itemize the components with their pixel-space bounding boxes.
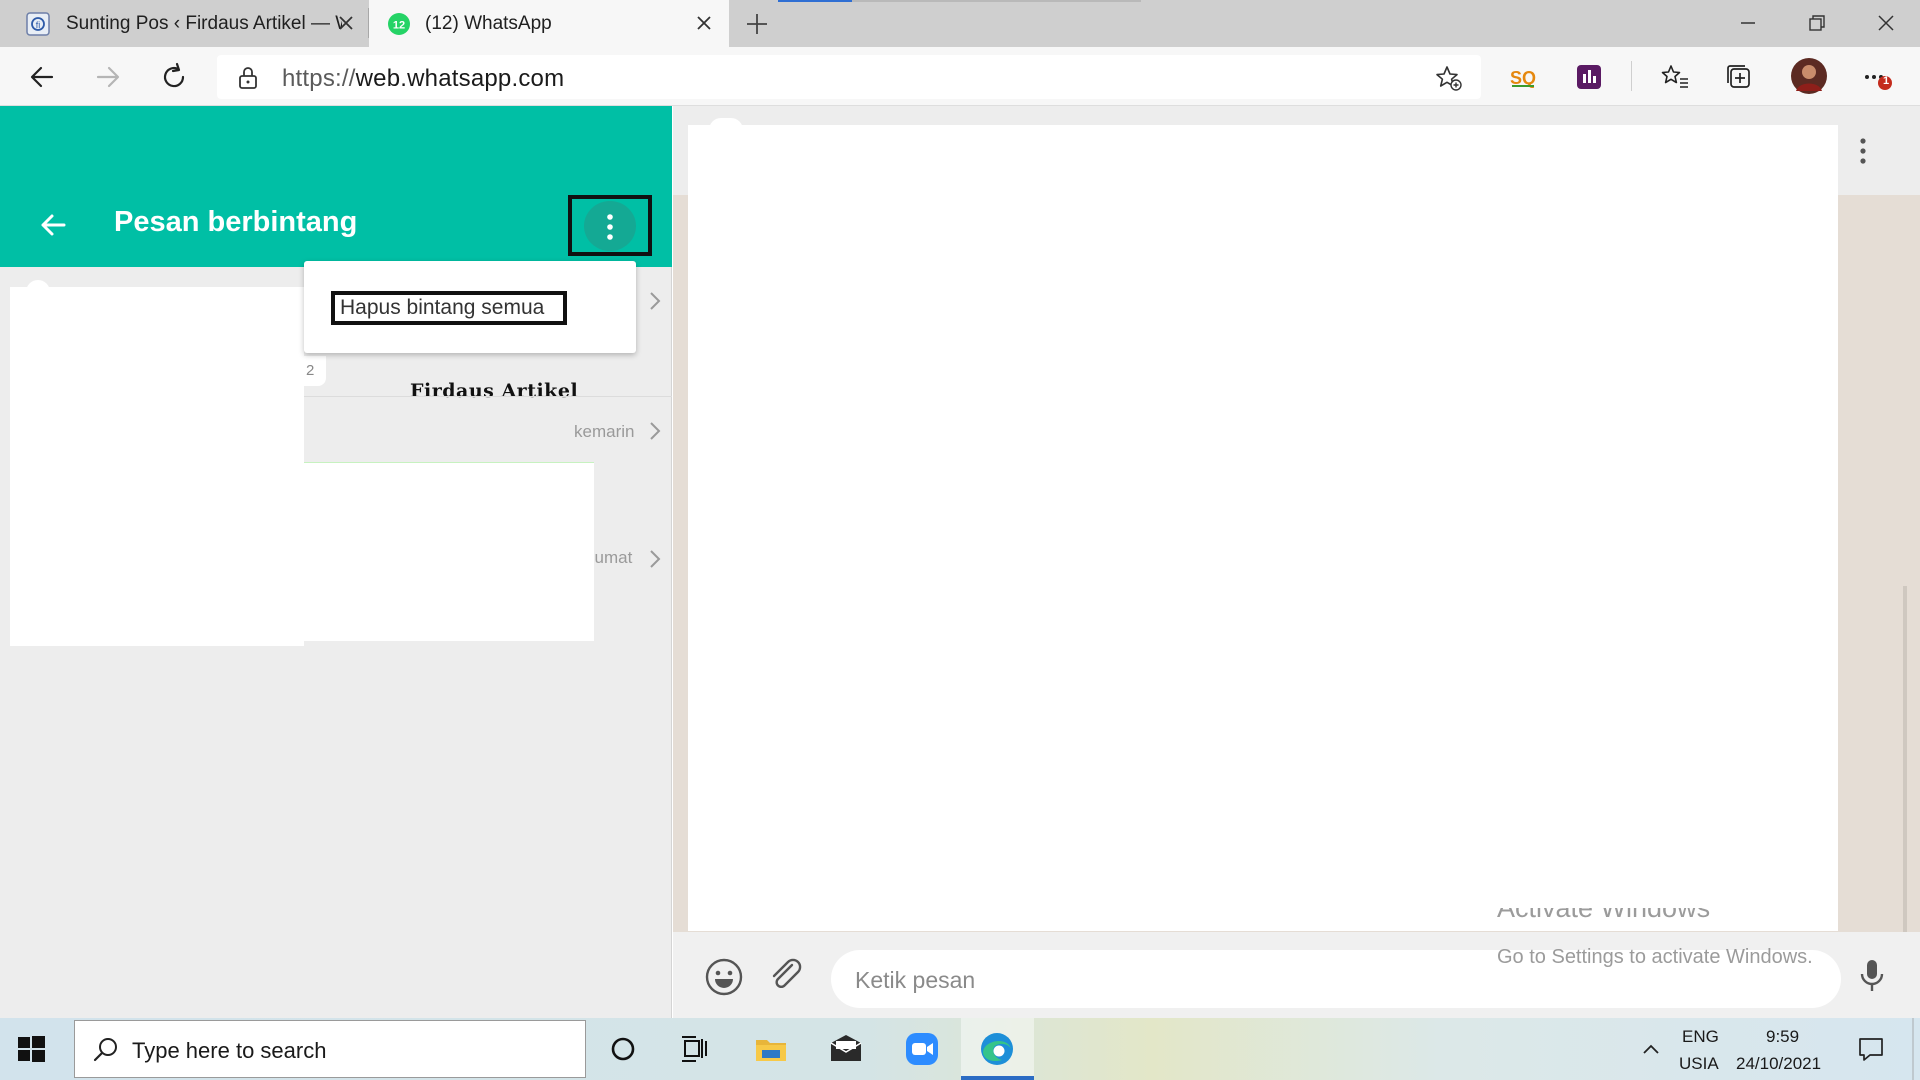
compose-bar: Ketik pesan: [673, 932, 1920, 1018]
file-explorer-icon[interactable]: [752, 1030, 790, 1068]
svg-text:fi: fi: [36, 20, 41, 30]
chevron-up-icon[interactable]: [1640, 1038, 1662, 1060]
starred-message-card[interactable]: [10, 287, 304, 646]
header-dropdown-menu: Hapus bintang semua: [304, 261, 636, 353]
windows-start-icon[interactable]: [16, 1034, 46, 1064]
notification-badge: 1: [1882, 75, 1890, 87]
forward-icon[interactable]: [92, 61, 124, 93]
zoom-icon[interactable]: [903, 1030, 941, 1068]
search-placeholder: Type here to search: [132, 1038, 327, 1063]
refresh-icon[interactable]: [158, 61, 190, 93]
message-date: Jumat: [594, 548, 633, 567]
watermark-label: Firdaus Artikel: [410, 380, 579, 402]
collections-icon[interactable]: [1722, 60, 1756, 94]
address-bar[interactable]: https://web.whatsapp.com: [217, 55, 1481, 99]
clock-date[interactable]: 24/10/2021: [1736, 1054, 1821, 1074]
new-tab-icon[interactable]: [744, 11, 770, 37]
menu-button[interactable]: [568, 195, 652, 256]
task-view-icon[interactable]: [676, 1030, 714, 1068]
tab-whatsapp[interactable]: 12 (12) WhatsApp: [369, 0, 729, 47]
starred-header: Pesan berbintang: [0, 106, 672, 267]
active-app-indicator: [961, 1076, 1034, 1080]
tab-title: Sunting Pos ‹ Firdaus Artikel — W: [66, 13, 342, 34]
back-icon[interactable]: [26, 61, 58, 93]
analytics-extension-icon[interactable]: [1572, 60, 1606, 94]
emoji-icon[interactable]: [703, 956, 745, 998]
whatsapp-favicon-icon: 12: [388, 13, 410, 35]
kebab-menu-icon[interactable]: [598, 211, 622, 243]
list-divider: [304, 396, 672, 397]
lock-icon[interactable]: [237, 66, 259, 90]
back-arrow-icon[interactable]: [36, 208, 70, 242]
starred-message-bubble[interactable]: [304, 462, 594, 641]
starred-messages-pane: Pesan berbintang 2 Firdaus Artikel kemar…: [0, 106, 672, 1018]
seo-extension-icon[interactable]: SQ: [1506, 60, 1540, 94]
tab-title: (12) WhatsApp: [425, 13, 552, 34]
avatar: [26, 280, 50, 294]
page-title: Pesan berbintang: [114, 206, 358, 238]
profile-avatar-icon[interactable]: [1790, 57, 1828, 95]
clock-time[interactable]: 9:59: [1766, 1027, 1799, 1047]
chat-pane: Ketik pesan: [673, 106, 1920, 1018]
badge-count: 2: [304, 356, 326, 386]
close-tab-icon[interactable]: [336, 13, 356, 33]
show-desktop-button[interactable]: [1912, 1018, 1914, 1080]
cortana-icon[interactable]: [604, 1030, 642, 1068]
activate-windows-subtitle: Go to Settings to activate Windows.: [1497, 946, 1813, 968]
minimize-icon[interactable]: [1733, 8, 1763, 38]
input-language[interactable]: ENG: [1682, 1027, 1719, 1047]
close-window-icon[interactable]: [1871, 8, 1901, 38]
message-placeholder: Ketik pesan: [855, 967, 976, 993]
favorites-icon[interactable]: [1658, 60, 1692, 94]
menu-item-unstar-all[interactable]: Hapus bintang semua: [331, 291, 567, 325]
close-tab-icon[interactable]: [693, 12, 715, 34]
activate-windows-title-wrap: Activate Windows: [1497, 908, 1710, 934]
restore-icon[interactable]: [1802, 8, 1832, 38]
chat-messages-area: [688, 125, 1838, 931]
svg-text:12: 12: [393, 20, 405, 32]
attach-icon[interactable]: [765, 954, 807, 996]
activate-windows-title: Activate Windows: [1497, 908, 1711, 923]
url-text[interactable]: https://web.whatsapp.com: [282, 65, 564, 93]
toolbar-divider: [1631, 61, 1632, 91]
loading-bar: [778, 0, 1141, 2]
taskbar-search-box[interactable]: Type here to search: [74, 1020, 586, 1078]
chat-menu-icon[interactable]: [1851, 134, 1875, 168]
chevron-right-icon[interactable]: [646, 289, 664, 313]
windows-taskbar: Type here to search ENG USIA 9:59 24/10/…: [0, 1018, 1920, 1080]
chevron-right-icon[interactable]: [646, 419, 664, 443]
chevron-right-icon[interactable]: [646, 547, 664, 571]
message-date: kemarin: [574, 422, 635, 441]
tab-sunting-pos[interactable]: fi Sunting Pos ‹ Firdaus Artikel — W: [0, 0, 368, 47]
add-favorite-icon[interactable]: [1435, 64, 1463, 92]
microphone-icon[interactable]: [1851, 954, 1893, 996]
edge-browser-icon[interactable]: [978, 1030, 1016, 1068]
mail-icon[interactable]: [827, 1030, 865, 1068]
search-icon: [93, 1038, 117, 1062]
action-center-icon[interactable]: [1856, 1034, 1886, 1064]
wordpress-favicon-icon: fi: [26, 12, 50, 36]
browser-tab-strip: fi Sunting Pos ‹ Firdaus Artikel — W 12 …: [0, 0, 1920, 47]
browser-toolbar: https://web.whatsapp.com SQ 1: [0, 47, 1920, 106]
input-layout[interactable]: USIA: [1679, 1054, 1719, 1074]
